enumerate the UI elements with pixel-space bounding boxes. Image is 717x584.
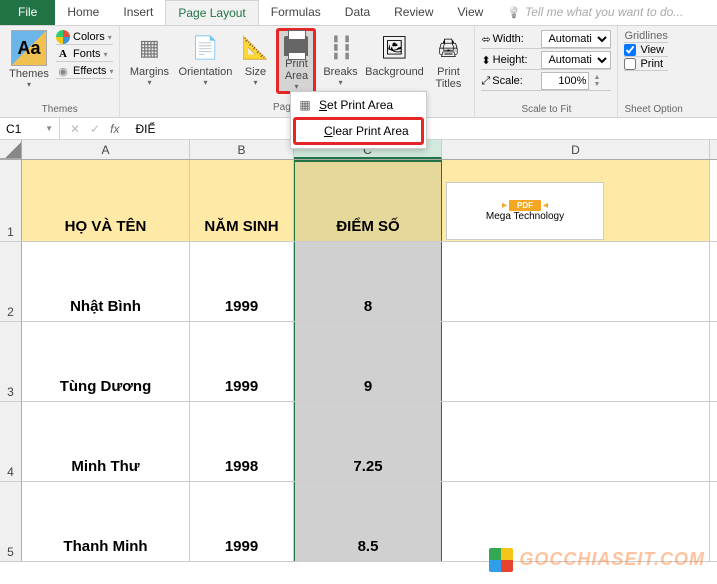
tab-home[interactable]: Home: [55, 0, 111, 25]
scale-input[interactable]: [541, 72, 589, 90]
cell-B4[interactable]: 1998: [190, 402, 294, 481]
print-area-icon: [280, 35, 312, 56]
name-box[interactable]: C1▼: [0, 118, 60, 139]
cell-A3[interactable]: Tùng Dương: [22, 322, 190, 401]
cell-A1[interactable]: HỌ VÀ TÊN: [22, 160, 190, 241]
cell-D2[interactable]: [442, 242, 710, 321]
margins-icon: [133, 32, 165, 64]
group-label-scale: Scale to Fit: [481, 104, 611, 117]
print-area-dropdown: ▦Set Print Area Clear Print Area: [290, 91, 427, 149]
set-print-area[interactable]: ▦Set Print Area: [291, 94, 426, 116]
namebox-dropdown-icon: ▼: [45, 124, 53, 133]
cell-C2[interactable]: 8: [294, 242, 442, 321]
cell-B1[interactable]: NĂM SINH: [190, 160, 294, 241]
scale-down[interactable]: ▼: [593, 81, 600, 88]
colors-icon: [56, 30, 70, 44]
scale-icon: ⤢: [481, 75, 490, 88]
tell-me[interactable]: Tell me what you want to do...: [495, 0, 695, 25]
fx-icon[interactable]: fx: [110, 122, 119, 136]
tab-file[interactable]: File: [0, 0, 55, 25]
row-header-3[interactable]: 3: [0, 322, 22, 401]
cell-A2[interactable]: Nhật Bình: [22, 242, 190, 321]
group-scale-to-fit: ⬄Width:Automatic ⬍Height:Automatic ⤢Scal…: [475, 26, 618, 117]
pdf-arrow-icon: ▸: [502, 200, 507, 211]
fonts-icon: A: [56, 47, 70, 61]
spreadsheet-grid: A B C D 1 HỌ VÀ TÊN NĂM SINH ĐIỂM SỐ 2 N…: [0, 140, 717, 562]
ribbon-tabs: File Home Insert Page Layout Formulas Da…: [0, 0, 717, 26]
tab-insert[interactable]: Insert: [111, 0, 165, 25]
width-select[interactable]: Automatic: [541, 30, 611, 48]
width-icon: ⬄: [481, 33, 490, 46]
gridlines-view-checkbox[interactable]: [624, 44, 636, 56]
cell-A4[interactable]: Minh Thư: [22, 402, 190, 481]
size-icon: [239, 32, 271, 64]
megatech-label: Mega Technology: [486, 211, 564, 222]
cell-B5[interactable]: 1999: [190, 482, 294, 561]
cell-C4[interactable]: 7.25: [294, 402, 442, 481]
themes-icon: Aa: [11, 30, 47, 66]
row-header-5[interactable]: 5: [0, 482, 22, 561]
watermark: GOCCHIASEIT.COM: [489, 548, 705, 572]
background-button[interactable]: Background: [364, 28, 424, 94]
select-all-corner[interactable]: [0, 140, 22, 159]
row-header-1[interactable]: 1: [0, 160, 22, 241]
tab-data[interactable]: Data: [333, 0, 382, 25]
fonts-button[interactable]: AFonts▾: [56, 47, 113, 62]
cell-B3[interactable]: 1999: [190, 322, 294, 401]
group-label-sheet: Sheet Option: [624, 104, 682, 117]
scale-up[interactable]: ▲: [593, 74, 600, 81]
clear-print-area[interactable]: Clear Print Area: [293, 117, 424, 145]
margins-button[interactable]: Margins▾: [126, 28, 172, 94]
breaks-icon: [324, 32, 356, 64]
themes-button[interactable]: Aa Themes ▾: [6, 28, 52, 94]
cell-D3[interactable]: [442, 322, 710, 401]
height-select[interactable]: Automatic: [541, 51, 611, 69]
watermark-logo-icon: [489, 548, 513, 572]
tab-formulas[interactable]: Formulas: [259, 0, 333, 25]
cell-D4[interactable]: [442, 402, 710, 481]
col-header-D[interactable]: D: [442, 140, 710, 159]
print-titles-icon: [432, 32, 464, 64]
background-icon: [378, 32, 410, 64]
enter-icon[interactable]: ✓: [90, 122, 100, 136]
embedded-object-megatech[interactable]: ▸PDF◂ Mega Technology: [446, 182, 604, 240]
cell-C3[interactable]: 9: [294, 322, 442, 401]
print-titles-button[interactable]: Print Titles: [428, 28, 468, 94]
col-header-A[interactable]: A: [22, 140, 190, 159]
cell-C5[interactable]: 8.5: [294, 482, 442, 561]
pdf-arrow-icon-2: ◂: [543, 200, 548, 211]
row-header-2[interactable]: 2: [0, 242, 22, 321]
colors-button[interactable]: Colors▾: [56, 30, 113, 45]
set-print-area-icon: ▦: [297, 98, 313, 112]
gridlines-print-checkbox[interactable]: [624, 58, 636, 70]
orientation-icon: [189, 32, 221, 64]
breaks-button[interactable]: Breaks▾: [320, 28, 360, 94]
height-icon: ⬍: [481, 54, 490, 67]
group-label-page-setup-partial: Pag: [273, 102, 291, 113]
pdf-badge: PDF: [509, 200, 541, 211]
effects-icon: [56, 64, 70, 78]
row-header-4[interactable]: 4: [0, 402, 22, 481]
group-label-themes: Themes: [6, 104, 113, 117]
group-themes: Aa Themes ▾ Colors▾ AFonts▾ Effects▾ The…: [0, 26, 120, 117]
effects-button[interactable]: Effects▾: [56, 64, 113, 79]
cell-C1[interactable]: ĐIỂM SỐ: [294, 160, 442, 241]
size-button[interactable]: Size▾: [238, 28, 272, 94]
tab-review[interactable]: Review: [382, 0, 445, 25]
cancel-icon[interactable]: ✕: [70, 122, 80, 136]
col-header-B[interactable]: B: [190, 140, 294, 159]
orientation-button[interactable]: Orientation▾: [176, 28, 234, 94]
tab-page-layout[interactable]: Page Layout: [165, 0, 258, 25]
tab-view[interactable]: View: [446, 0, 496, 25]
print-area-button[interactable]: Print Area▾: [276, 28, 316, 94]
group-sheet-options: Gridlines View Print Sheet Option: [618, 26, 688, 117]
cell-A5[interactable]: Thanh Minh: [22, 482, 190, 561]
gridlines-label: Gridlines: [624, 30, 667, 43]
cell-B2[interactable]: 1999: [190, 242, 294, 321]
